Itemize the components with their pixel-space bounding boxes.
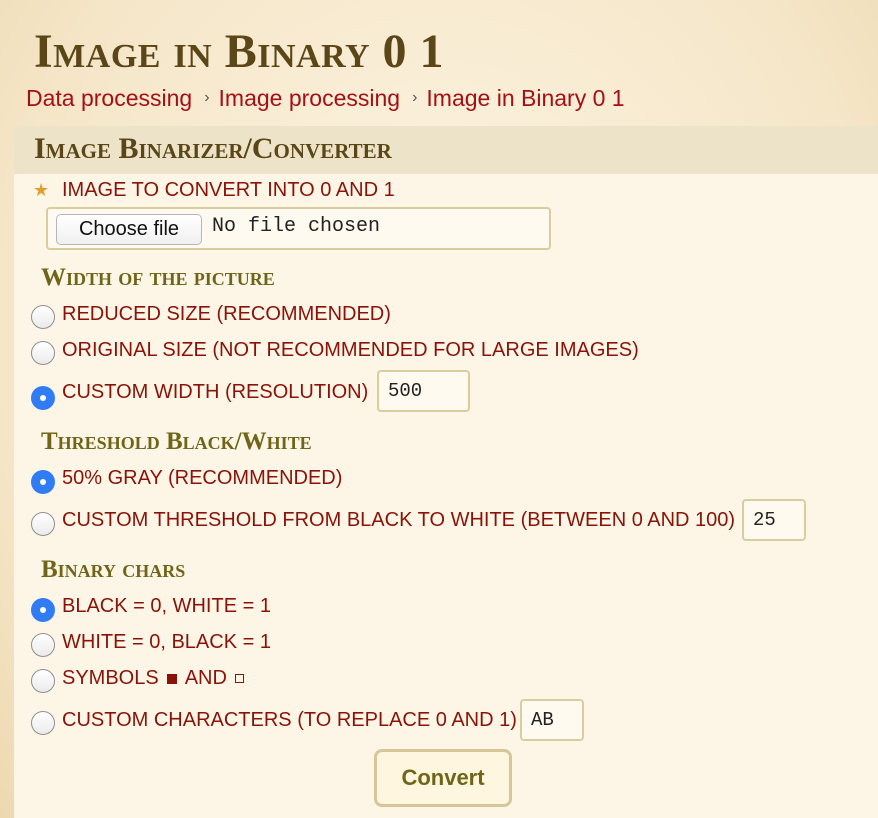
label-50-gray[interactable]: 50% gray (recommended) xyxy=(62,467,342,490)
label-reduced-size[interactable]: Reduced size (recommended) xyxy=(62,303,391,326)
file-status-text: No file chosen xyxy=(212,215,381,238)
breadcrumb-link-data-processing[interactable]: Data processing xyxy=(26,85,192,112)
section-title-binary-chars: Binary chars xyxy=(41,556,186,583)
section-title-threshold: Threshold Black/White xyxy=(41,428,312,455)
label-original-size[interactable]: Original size (not recommended for large… xyxy=(62,339,639,362)
page-title: Image in Binary 0 1 xyxy=(34,25,444,78)
chevron-right-icon: › xyxy=(204,89,210,106)
breadcrumb-link-current[interactable]: Image in Binary 0 1 xyxy=(426,85,624,112)
custom-characters-input[interactable] xyxy=(520,699,584,741)
file-input[interactable]: Choose file No file chosen xyxy=(46,207,551,250)
empty-square-icon xyxy=(234,674,244,684)
custom-width-input[interactable] xyxy=(377,370,470,412)
label-black-0-white-1[interactable]: Black = 0, White = 1 xyxy=(62,595,271,618)
radio-50-gray[interactable] xyxy=(31,470,55,494)
radio-black-0-white-1[interactable] xyxy=(31,598,55,622)
label-symbols-and: and xyxy=(184,667,227,689)
convert-button[interactable]: Convert xyxy=(374,749,512,807)
radio-custom-width[interactable] xyxy=(31,386,55,410)
breadcrumb-link-image-processing[interactable]: Image processing xyxy=(219,85,401,112)
radio-original-size[interactable] xyxy=(31,341,55,365)
label-symbols[interactable]: Symbols and xyxy=(62,667,244,690)
choose-file-button[interactable]: Choose file xyxy=(56,214,202,245)
label-custom-threshold[interactable]: Custom threshold from black to white (be… xyxy=(62,509,735,532)
breadcrumb: Data processing › Image processing › Ima… xyxy=(26,84,625,112)
label-white-0-black-1[interactable]: White = 0, Black = 1 xyxy=(62,631,271,654)
custom-threshold-input[interactable] xyxy=(742,499,806,541)
label-custom-width[interactable]: Custom width (resolution) xyxy=(62,381,368,404)
file-field-label: Image to convert into 0 and 1 xyxy=(62,179,395,201)
panel-header: Image Binarizer/Converter xyxy=(14,126,878,174)
radio-white-0-black-1[interactable] xyxy=(31,633,55,657)
label-custom-characters[interactable]: Custom characters (to replace 0 and 1) xyxy=(62,709,517,732)
radio-custom-characters[interactable] xyxy=(31,711,55,735)
section-title-width: Width of the picture xyxy=(41,264,275,291)
label-symbols-pre: Symbols xyxy=(62,667,159,689)
filled-square-icon xyxy=(166,673,177,684)
star-icon: ★ xyxy=(33,180,50,200)
radio-reduced-size[interactable] xyxy=(31,305,55,329)
panel-title: Image Binarizer/Converter xyxy=(34,132,392,165)
chevron-right-icon: › xyxy=(412,89,418,106)
radio-symbols[interactable] xyxy=(31,669,55,693)
radio-custom-threshold[interactable] xyxy=(31,512,55,536)
